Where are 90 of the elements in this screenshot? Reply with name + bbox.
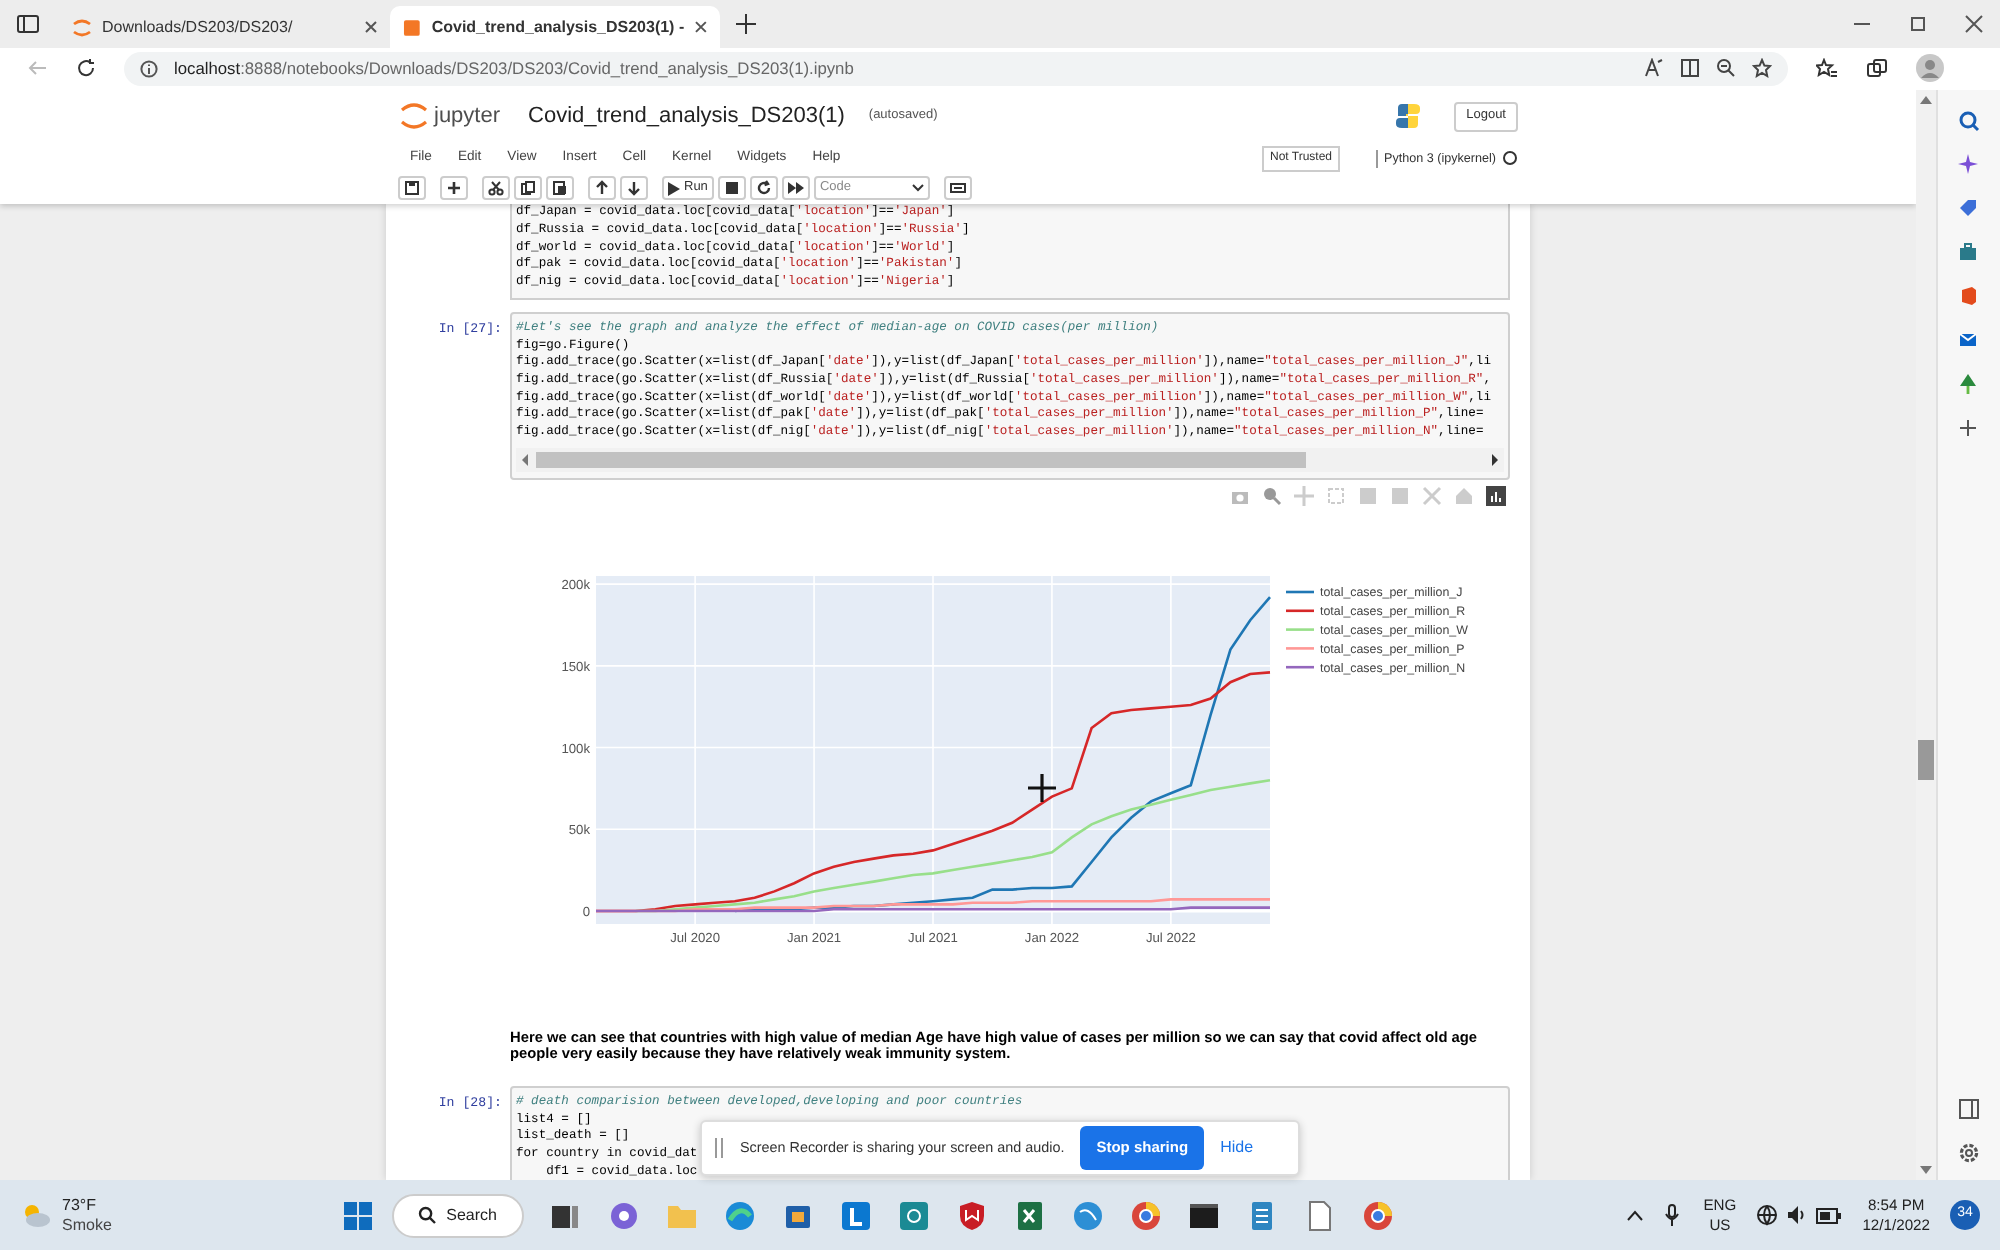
spreadsheet-icon[interactable]: [1013, 1199, 1045, 1232]
stop-icon: [723, 180, 740, 197]
volume-icon[interactable]: [1786, 1204, 1809, 1227]
battery-icon[interactable]: [1816, 1207, 1843, 1224]
sparkle-icon[interactable]: [1958, 153, 1980, 176]
hide-link[interactable]: Hide: [1220, 1136, 1254, 1160]
restart-icon: [755, 180, 772, 197]
briefcase-icon[interactable]: [1958, 241, 1980, 264]
cursor-icon: [1026, 772, 1058, 804]
insert-cell-button[interactable]: [440, 176, 468, 201]
taskbar-search-button[interactable]: Search: [392, 1193, 523, 1238]
mail-icon[interactable]: [1958, 329, 1980, 352]
search-icon[interactable]: [1958, 109, 1980, 132]
profile-avatar-icon[interactable]: [1916, 54, 1944, 83]
chevron-down-icon: [911, 184, 924, 193]
app-icon[interactable]: [839, 1199, 871, 1232]
restart-button[interactable]: [749, 176, 778, 201]
restore-icon[interactable]: [1908, 14, 1928, 34]
move-down-button[interactable]: [620, 176, 648, 201]
horizontal-scrollbar[interactable]: [516, 447, 1504, 472]
weather-icon: [20, 1201, 52, 1230]
network-icon[interactable]: [1756, 1204, 1779, 1227]
notebook-title[interactable]: Covid_trend_analysis_DS203(1): [528, 100, 845, 134]
url-text: localhost:8888/notebooks/Downloads/DS203/DS203/Covid_trend_analysis_DS203(1).ipynb: [174, 56, 856, 82]
move-down-icon: [626, 180, 642, 197]
page-scrollbar[interactable]: [1916, 89, 1936, 1180]
drag-handle-icon[interactable]: [714, 1138, 724, 1158]
save-icon: [404, 180, 420, 197]
keyboard-icon: [949, 180, 966, 197]
tag-icon[interactable]: [1958, 197, 1980, 220]
jupyter-logo-text: jupyter: [434, 102, 501, 133]
info-icon: [140, 59, 158, 78]
kernel-idle-icon: [1502, 150, 1518, 167]
search-icon: [418, 1206, 437, 1225]
weather-condition: Smoke: [62, 1215, 112, 1236]
office-icon[interactable]: [1958, 285, 1980, 308]
zoom-icon[interactable]: [1716, 58, 1736, 79]
tree-icon[interactable]: [1958, 373, 1980, 396]
jupyter-logo-icon: [398, 100, 430, 133]
browser-tab[interactable]: Downloads/DS203/DS203/: [60, 6, 390, 48]
paste-button[interactable]: [546, 176, 574, 201]
run-all-icon: [787, 180, 804, 197]
cut-button[interactable]: [482, 176, 510, 201]
document-icon[interactable]: [1303, 1199, 1335, 1232]
python-logo-icon: [1394, 102, 1423, 131]
plus-icon[interactable]: [1958, 417, 1980, 440]
collections-icon[interactable]: [1866, 58, 1888, 79]
copy-button[interactable]: [514, 176, 542, 201]
cut-icon: [488, 180, 504, 197]
paste-icon: [552, 180, 568, 197]
refresh-icon[interactable]: [76, 58, 96, 79]
notebook-icon: [402, 17, 422, 37]
move-up-icon: [594, 180, 610, 197]
favorite-star-icon[interactable]: [1752, 58, 1772, 79]
code-cell[interactable]: [510, 311, 1510, 480]
keyboard-button[interactable]: [943, 176, 972, 201]
microphone-icon[interactable]: [1663, 1204, 1680, 1227]
sidebar-toggle-icon[interactable]: [1958, 1098, 1980, 1121]
notebook-icon: [72, 17, 92, 37]
browser-icon[interactable]: [1361, 1199, 1393, 1232]
browser-icon[interactable]: [1129, 1199, 1161, 1232]
shield-icon[interactable]: [955, 1199, 987, 1232]
app-icon[interactable]: [897, 1199, 929, 1232]
settings-icon[interactable]: [1958, 1142, 1980, 1165]
close-icon[interactable]: [1964, 14, 1984, 34]
favorites-icon[interactable]: [1816, 58, 1838, 79]
globe-icon[interactable]: [1071, 1199, 1103, 1232]
chat-icon[interactable]: [607, 1199, 639, 1232]
start-icon[interactable]: [344, 1201, 373, 1230]
save-button[interactable]: [398, 176, 426, 201]
copy-icon: [520, 180, 536, 197]
close-icon[interactable]: [694, 20, 708, 34]
terminal-icon[interactable]: [1187, 1199, 1219, 1232]
reader-icon[interactable]: [1680, 58, 1700, 79]
move-up-button[interactable]: [588, 176, 616, 201]
chevron-up-icon[interactable]: [1625, 1209, 1644, 1222]
browser-tab[interactable]: Covid_trend_analysis_DS203(1) -: [390, 6, 720, 48]
code-cell[interactable]: [510, 204, 1510, 300]
insert-cell-icon: [446, 180, 462, 197]
browser-icon[interactable]: [723, 1199, 755, 1232]
tab-actions-icon[interactable]: [16, 14, 40, 34]
new-tab-icon[interactable]: [736, 14, 756, 34]
read-aloud-icon[interactable]: [1644, 58, 1664, 79]
play-icon: [668, 181, 680, 196]
address-field[interactable]: localhost:8888/notebooks/Downloads/DS203/DS203/Covid_trend_analysis_DS203(1).ipynb: [124, 51, 1788, 86]
bar-chart-icon[interactable]: [1486, 486, 1506, 507]
run-all-button[interactable]: [781, 176, 810, 201]
stop-button[interactable]: [717, 176, 746, 201]
close-icon[interactable]: [364, 20, 378, 34]
weather-temperature: 73°F: [62, 1195, 98, 1216]
